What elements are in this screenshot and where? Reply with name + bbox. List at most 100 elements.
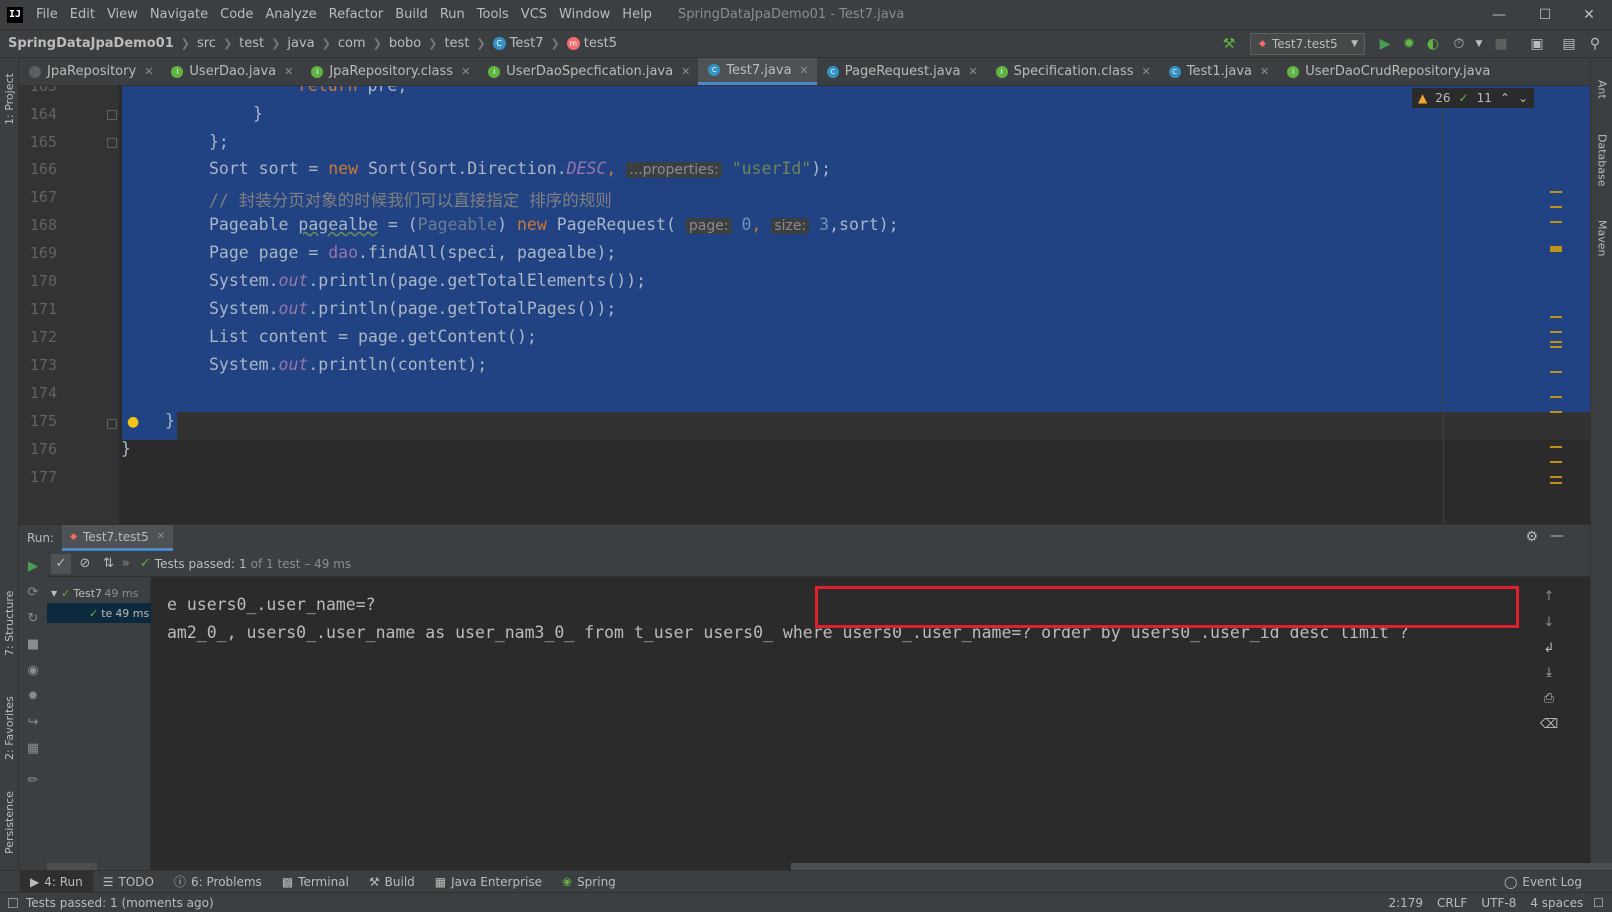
warning-marker[interactable]: [1550, 346, 1562, 348]
tree-row-test7[interactable]: ▼ ✓ Test7 49 ms: [51, 583, 138, 603]
settings-icon[interactable]: ✹: [24, 687, 42, 705]
fold-marker-icon[interactable]: [107, 110, 117, 120]
tool-window-problems[interactable]: ⓘ 6: Problems: [164, 871, 272, 893]
trash-icon[interactable]: ⌫: [1540, 715, 1558, 733]
close-tab-icon[interactable]: ✕: [1142, 65, 1151, 78]
layout-icon[interactable]: ▦: [24, 739, 42, 757]
menu-vcs[interactable]: VCS: [515, 0, 553, 29]
ant-tool-tab[interactable]: Ant: [1593, 64, 1611, 114]
tool-window-todo[interactable]: ☰ TODO: [93, 871, 164, 893]
fold-marker-icon[interactable]: [107, 138, 117, 148]
menu-help[interactable]: Help: [616, 0, 658, 29]
warning-marker[interactable]: [1550, 371, 1562, 373]
stop-icon[interactable]: ■: [24, 635, 42, 653]
close-tab-icon[interactable]: ✕: [1260, 65, 1269, 78]
run-configuration-select[interactable]: ◆ Test7.test5 ▼: [1250, 33, 1365, 55]
rerun-icon[interactable]: ▶: [24, 557, 42, 575]
warning-marker[interactable]: [1550, 482, 1562, 484]
gear-icon[interactable]: ⚙: [1525, 529, 1538, 545]
breadcrumb-test[interactable]: test: [235, 36, 268, 51]
close-icon[interactable]: ✕: [1566, 0, 1612, 29]
tab-jparepository-class[interactable]: I JpaRepository.class ✕: [301, 58, 478, 85]
line-separator[interactable]: CRLF: [1437, 896, 1467, 910]
stop-icon[interactable]: ■: [1492, 35, 1510, 53]
breadcrumb-method[interactable]: m test5: [563, 36, 621, 51]
warning-marker[interactable]: [1550, 446, 1562, 448]
close-tab-icon[interactable]: ✕: [157, 531, 165, 542]
tab-userdao[interactable]: I UserDao.java ✕: [161, 58, 301, 85]
warning-marker[interactable]: [1550, 221, 1562, 223]
tool-window-spring[interactable]: ❀ Spring: [552, 871, 626, 893]
print-icon[interactable]: ⎙: [1540, 689, 1558, 707]
scrollbar-thumb[interactable]: [1550, 246, 1562, 252]
tab-jparepository[interactable]: JpaRepository ✕: [19, 58, 161, 85]
menu-tools[interactable]: Tools: [471, 0, 515, 29]
warning-marker[interactable]: [1550, 411, 1562, 413]
warning-marker[interactable]: [1550, 396, 1562, 398]
warning-marker[interactable]: [1550, 476, 1562, 478]
tab-test1[interactable]: C Test1.java ✕: [1159, 58, 1277, 85]
menu-run[interactable]: Run: [434, 0, 471, 29]
database-tool-tab[interactable]: Database: [1593, 120, 1611, 200]
maximize-icon[interactable]: ☐: [1522, 0, 1568, 29]
tab-specification[interactable]: I Specification.class ✕: [986, 58, 1159, 85]
tool-window-terminal[interactable]: ▩ Terminal: [272, 871, 359, 893]
sort-icon[interactable]: ⇅: [103, 556, 114, 571]
toggle-tool-windows-icon[interactable]: [8, 897, 18, 908]
chevron-down-icon[interactable]: ⌄: [1518, 91, 1528, 105]
debug-icon[interactable]: ✹: [1400, 35, 1418, 53]
hammer-build-icon[interactable]: ⚒: [1220, 35, 1238, 53]
minimize-icon[interactable]: —: [1476, 0, 1522, 29]
scroll-to-end-icon[interactable]: ⤓: [1540, 663, 1558, 681]
show-ignored-icon[interactable]: ⊘: [75, 554, 95, 574]
tool-window-run[interactable]: ▶ 4: Run: [20, 870, 93, 893]
pin-icon[interactable]: ✏: [24, 771, 42, 789]
maven-tool-tab[interactable]: Maven: [1593, 208, 1611, 268]
breadcrumb-bobo[interactable]: bobo: [385, 36, 425, 51]
warning-marker[interactable]: [1550, 341, 1562, 343]
menu-refactor[interactable]: Refactor: [323, 0, 390, 29]
tab-userdaospecfication[interactable]: I UserDaoSpecfication.java ✕: [478, 58, 698, 85]
minimize-panel-icon[interactable]: —: [1550, 528, 1564, 544]
favorites-tool-tab[interactable]: 2: Favorites: [0, 678, 19, 778]
toggle-auto-test-icon[interactable]: ↻: [24, 609, 42, 627]
tool-window-java-enterprise[interactable]: ▦ Java Enterprise: [425, 871, 552, 893]
breadcrumb-test-package[interactable]: test: [440, 36, 473, 51]
menu-window[interactable]: Window: [553, 0, 616, 29]
lock-icon[interactable]: ☐: [1593, 896, 1604, 910]
run-tab-test7-test5[interactable]: ◆ Test7.test5 ✕: [62, 525, 174, 551]
breadcrumb-java[interactable]: java: [283, 36, 318, 51]
menu-build[interactable]: Build: [389, 0, 434, 29]
project-structure-icon[interactable]: ▣: [1528, 35, 1546, 53]
project-tool-tab[interactable]: 1: Project: [0, 64, 19, 134]
lightbulb-icon[interactable]: ●: [127, 414, 139, 430]
breadcrumb-project[interactable]: SpringDataJpaDemo01: [0, 36, 178, 51]
event-log-button[interactable]: ◯ Event Log: [1494, 871, 1592, 893]
caret-position[interactable]: 2:179: [1388, 896, 1423, 910]
profile-icon[interactable]: ⏱: [1450, 35, 1468, 53]
layout-icon[interactable]: ▤: [1560, 35, 1578, 53]
close-tab-icon[interactable]: ✕: [144, 65, 153, 78]
status-message[interactable]: Tests passed: 1 (moments ago): [26, 896, 214, 910]
exit-icon[interactable]: ↪: [24, 713, 42, 731]
search-icon[interactable]: ⚲: [1586, 35, 1604, 53]
breadcrumb-com[interactable]: com: [334, 36, 370, 51]
close-tab-icon[interactable]: ✕: [681, 65, 690, 78]
coverage-icon[interactable]: ◐: [1424, 35, 1442, 53]
rerun-failed-icon[interactable]: ⟳: [24, 583, 42, 601]
code-editor[interactable]: 163 164 165 166 167 168 169 170 171 172 …: [19, 86, 1590, 524]
indent-setting[interactable]: 4 spaces: [1530, 896, 1583, 910]
tab-pagerequest[interactable]: C PageRequest.java ✕: [817, 58, 986, 85]
menu-navigate[interactable]: Navigate: [144, 0, 214, 29]
console-output[interactable]: e users0_.user_name=? am2_0_, users0_.us…: [151, 577, 1612, 871]
tab-test7[interactable]: C Test7.java ✕: [698, 58, 817, 85]
close-tab-icon[interactable]: ✕: [968, 65, 977, 78]
tab-userdaocrudrepository[interactable]: I UserDaoCrudRepository.java: [1277, 58, 1498, 85]
soft-wrap-icon[interactable]: ↲: [1540, 639, 1558, 657]
more-icon[interactable]: »: [122, 556, 130, 571]
run-icon[interactable]: ▶: [1376, 35, 1394, 53]
close-tab-icon[interactable]: ✕: [800, 64, 809, 77]
breadcrumb-src[interactable]: src: [193, 36, 220, 51]
arrow-down-icon[interactable]: ↓: [1540, 613, 1558, 631]
persistence-tool-tab[interactable]: Persistence: [0, 778, 19, 868]
